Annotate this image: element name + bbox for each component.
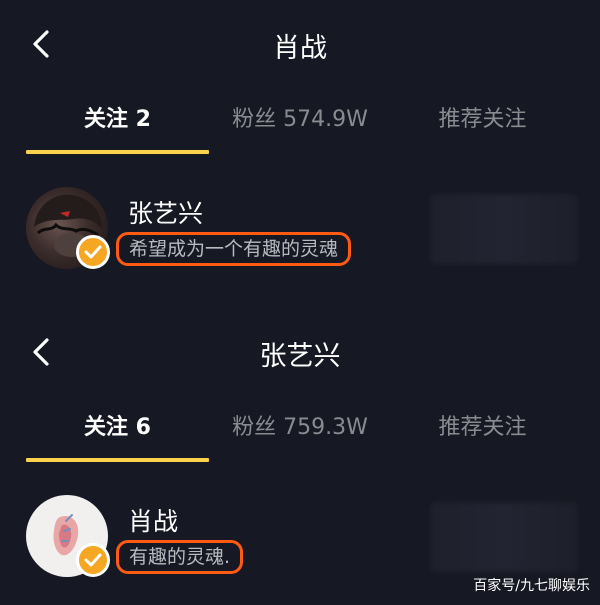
page-title: 张艺兴 bbox=[259, 341, 341, 372]
checkmark-icon bbox=[84, 553, 102, 567]
list-item[interactable]: 张艺兴 希望成为一个有趣的灵魂 bbox=[0, 184, 600, 284]
bio-highlight: 有趣的灵魂. bbox=[116, 540, 244, 574]
user-bio: 希望成为一个有趣的灵魂 bbox=[129, 238, 339, 260]
follow-button-blurred[interactable] bbox=[430, 502, 578, 572]
tab-following[interactable]: 关注 2 bbox=[26, 100, 209, 140]
tab-followers[interactable]: 粉丝 759.3W bbox=[210, 408, 390, 448]
user-avatar[interactable] bbox=[26, 187, 110, 269]
bio-highlight: 希望成为一个有趣的灵魂 bbox=[116, 232, 352, 266]
tab-followers[interactable]: 粉丝 574.9W bbox=[210, 100, 390, 140]
profile-panel-2: 张艺兴 关注 6 粉丝 759.3W 推荐关注 肖战 有趣的灵魂. bbox=[0, 308, 600, 605]
tab-recommended[interactable]: 推荐关注 bbox=[400, 100, 565, 140]
user-bio: 有趣的灵魂. bbox=[129, 546, 231, 568]
follow-button-blurred[interactable] bbox=[430, 194, 578, 264]
tab-following[interactable]: 关注 6 bbox=[26, 408, 209, 448]
user-name[interactable]: 张艺兴 bbox=[128, 194, 203, 230]
tab-bar: 关注 6 粉丝 759.3W 推荐关注 bbox=[0, 396, 600, 466]
profile-panel-1: 肖战 关注 2 粉丝 574.9W 推荐关注 张艺兴 希望成为一个有趣的灵魂 bbox=[0, 0, 600, 300]
checkmark-icon bbox=[84, 245, 102, 259]
tab-bar: 关注 2 粉丝 574.9W 推荐关注 bbox=[0, 88, 600, 158]
user-avatar[interactable] bbox=[26, 495, 110, 577]
active-tab-indicator bbox=[26, 458, 209, 462]
active-tab-indicator bbox=[26, 150, 209, 154]
page-title: 肖战 bbox=[273, 33, 327, 64]
user-name[interactable]: 肖战 bbox=[128, 502, 178, 538]
watermark-text: 百家号/九七聊娱乐 bbox=[473, 578, 590, 594]
verified-badge bbox=[76, 543, 110, 577]
verified-badge bbox=[76, 235, 110, 269]
tab-recommended[interactable]: 推荐关注 bbox=[400, 408, 565, 448]
header: 肖战 bbox=[0, 0, 600, 88]
header: 张艺兴 bbox=[0, 308, 600, 396]
